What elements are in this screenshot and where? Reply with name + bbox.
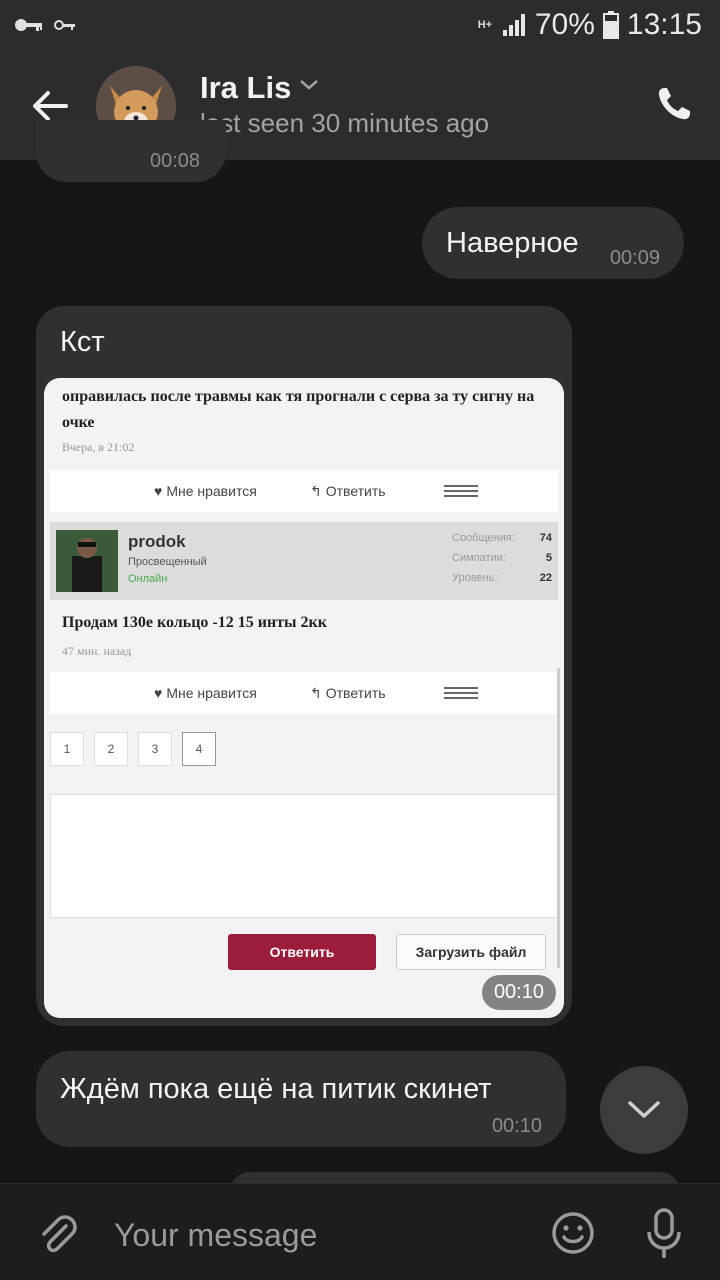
reply-arrow-icon: ↰: [310, 684, 322, 701]
forum-post-date: Вчера, в 21:02: [62, 440, 135, 454]
forum-upload-button: Загрузить файл: [396, 934, 546, 970]
message-text: Ждём пока ещё на питик скинет: [60, 1073, 492, 1105]
page-number: 1: [50, 732, 84, 766]
message-caption: Кст: [60, 326, 105, 358]
scroll-down-icon: [628, 1101, 660, 1118]
forum-user-avatar: [56, 530, 118, 592]
emoji-icon[interactable]: [550, 1210, 596, 1256]
reply-arrow-icon: ↰: [310, 482, 322, 499]
forum-user-card: prodok Просвещенный Онлайн Сообщения: 74 …: [50, 522, 558, 600]
mic-icon[interactable]: [644, 1208, 684, 1260]
reply-label: Ответить: [325, 685, 386, 701]
clock: 13:15: [626, 8, 702, 41]
phone-icon[interactable]: [654, 84, 694, 124]
reply-label: Ответить: [325, 483, 386, 499]
forum-user-rank: Просвещенный: [128, 556, 207, 568]
message-time: 00:10: [481, 975, 556, 1010]
page-number-current: 4: [182, 732, 216, 766]
stat-value: 22: [539, 572, 552, 584]
forum-user-avatar-image: [56, 530, 118, 592]
key-icon: [15, 19, 42, 31]
message-input-bar: [0, 1183, 720, 1280]
forum-post-actions: ♥ Мне нравится ↰ Ответить: [50, 672, 558, 714]
message-bubble-image[interactable]: Кст оправилась после травмы как тя прогн…: [36, 306, 572, 1026]
forum-user-name: prodok: [128, 532, 186, 551]
paperclip-icon[interactable]: [36, 1212, 80, 1256]
contact-name[interactable]: Ira Lis: [200, 70, 291, 106]
stat-value: 5: [545, 552, 552, 564]
forum-pagination: 1 2 3 4: [50, 732, 216, 766]
status-bar: H+ 70% 13:15: [0, 0, 720, 52]
menu-icon: [444, 684, 478, 702]
heart-icon: ♥: [154, 483, 163, 499]
stat-label: Уровень:: [452, 572, 498, 584]
message-bubble-outgoing[interactable]: Наверное 00:09: [422, 207, 684, 279]
chevron-down-icon[interactable]: [298, 78, 320, 92]
message-bubble-previous[interactable]: 00:08: [36, 120, 226, 182]
forum-post-text: оправилась после травмы как тя прогнали …: [62, 388, 535, 431]
forum-post-text: Продам 130е кольцо -12 15 инты 2кк: [62, 614, 327, 631]
scroll-down-button[interactable]: [600, 1066, 688, 1154]
page-number: 2: [94, 732, 128, 766]
stat-value: 74: [539, 532, 552, 544]
last-seen-status: last seen 30 minutes ago: [200, 108, 490, 138]
key-small-icon: [54, 20, 75, 30]
message-bubble-incoming[interactable]: Ждём пока ещё на питик скинет 00:10: [36, 1051, 566, 1147]
like-label: Мне нравится: [166, 685, 257, 701]
like-label: Мне нравится: [166, 483, 257, 499]
message-time: 00:09: [609, 247, 660, 269]
message-input[interactable]: [114, 1210, 514, 1260]
forum-scrollbar: [557, 668, 560, 968]
signal-icon: [502, 14, 525, 36]
stat-label: Симпатии:: [452, 552, 506, 564]
message-time: 00:10: [491, 1115, 542, 1137]
message-time: 00:08: [150, 150, 201, 172]
forum-post-actions: ♥ Мне нравится ↰ Ответить: [50, 470, 558, 512]
forum-user-stats: Сообщения: 74 Симпатии: 5 Уровень: 22: [452, 532, 552, 592]
message-text: Наверное: [446, 227, 579, 259]
battery-icon: [602, 11, 619, 39]
network-type: H+: [477, 18, 493, 31]
stat-label: Сообщения:: [452, 532, 515, 544]
forum-post-date: 47 мин. назад: [62, 644, 132, 658]
forum-reply-textarea: [50, 794, 558, 918]
forum-reply-button: Ответить: [228, 934, 376, 970]
page-number: 3: [138, 732, 172, 766]
forum-user-online: Онлайн: [128, 573, 168, 585]
attached-screenshot[interactable]: оправилась после травмы как тя прогнали …: [44, 378, 564, 1018]
battery-percent: 70%: [534, 8, 595, 41]
heart-icon: ♥: [154, 685, 163, 701]
menu-icon: [444, 482, 478, 500]
